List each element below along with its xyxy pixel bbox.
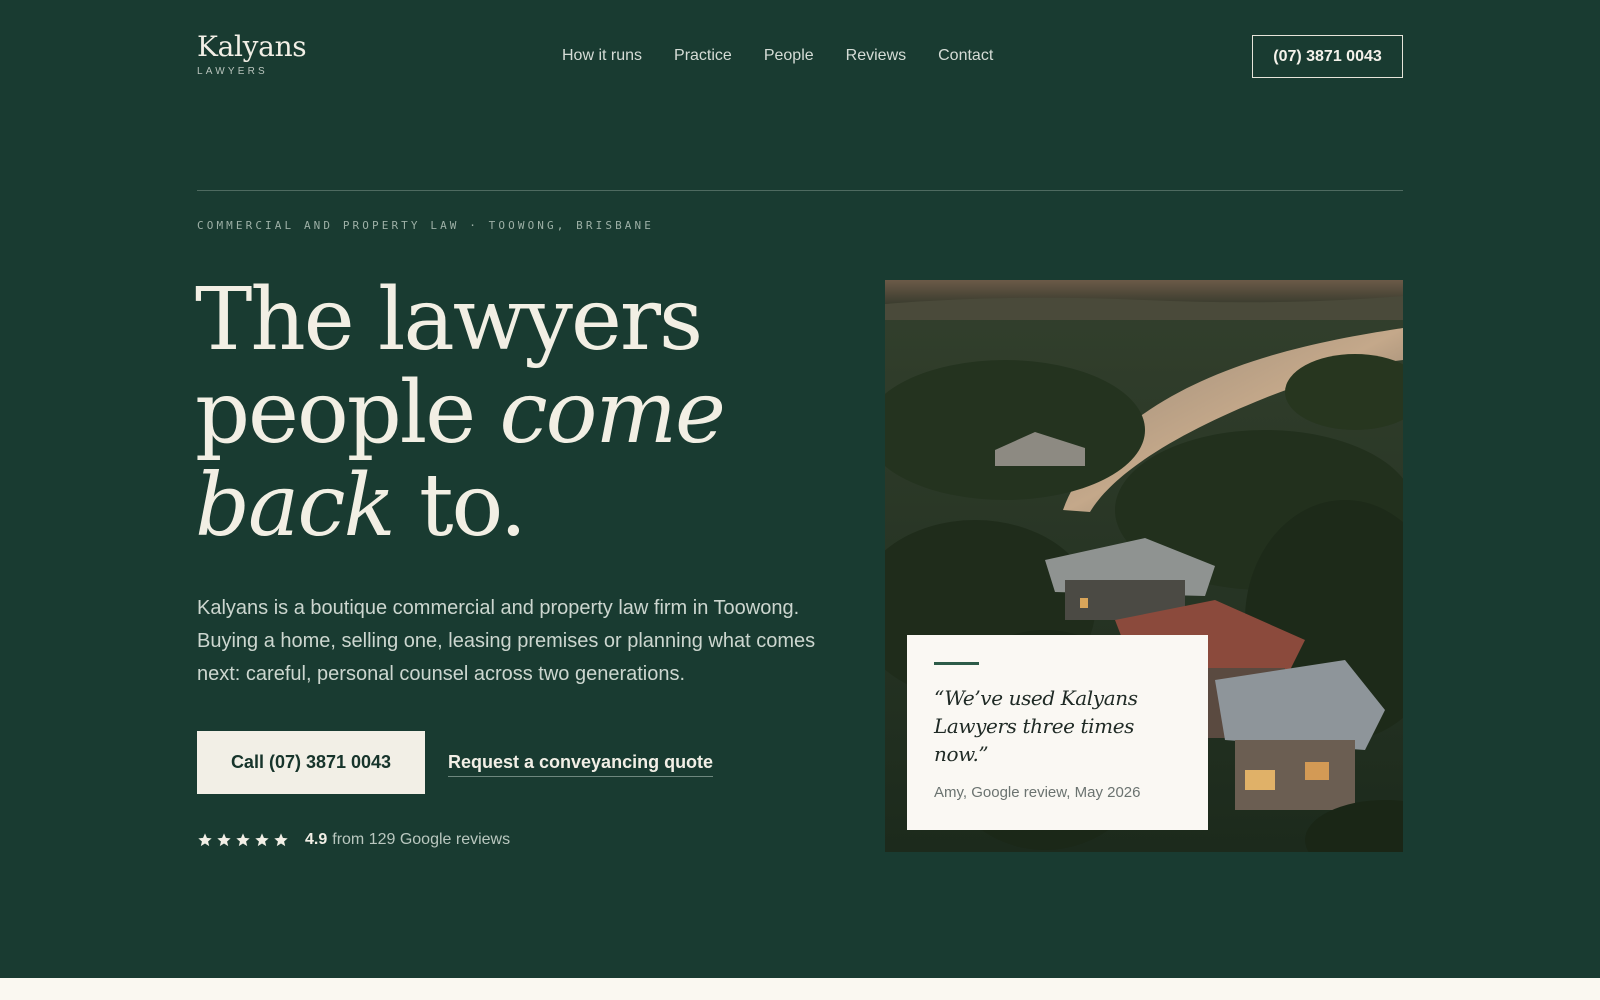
star-icon: [274, 833, 288, 847]
call-button[interactable]: Call (07) 3871 0043: [197, 731, 425, 794]
headline-line-3: to.: [393, 456, 527, 556]
google-rating: 4.9 from 129 Google reviews: [197, 831, 510, 849]
star-icon: [198, 833, 212, 847]
testimonial-cite: Amy, Google review, May 2026: [934, 784, 1141, 801]
rating-text: from 129 Google reviews: [332, 831, 511, 848]
rating-score: 4.9: [305, 831, 328, 848]
conveyancing-quote-link[interactable]: Request a conveyancing quote: [448, 751, 714, 777]
nav-link-reviews[interactable]: Reviews: [846, 46, 906, 66]
star-icon: [255, 833, 269, 847]
nav-link-people[interactable]: People: [764, 46, 814, 66]
logo[interactable]: Kalyans LAWYERS: [197, 30, 307, 77]
divider: [197, 190, 1403, 191]
logo-name: Kalyans: [197, 30, 307, 63]
nav-link-contact[interactable]: Contact: [938, 46, 993, 66]
testimonial-quote: “We’ve used Kalyans Lawyers three times …: [934, 686, 1138, 766]
nav-link-practice[interactable]: Practice: [674, 46, 732, 66]
next-section-edge: [0, 978, 1600, 1000]
header-phone-button[interactable]: (07) 3871 0043: [1252, 35, 1403, 78]
testimonial-card: “We’ve used Kalyans Lawyers three times …: [907, 635, 1208, 830]
main-nav: How it runs Practice People Reviews Cont…: [562, 46, 993, 66]
star-icon: [217, 833, 231, 847]
star-rating: [197, 832, 289, 848]
headline-line-2: people: [195, 363, 500, 463]
hero-eyebrow: COMMERCIAL AND PROPERTY LAW · TOOWONG, B…: [197, 219, 654, 232]
testimonial-accent-bar: [934, 662, 979, 665]
headline-line-1: The lawyers: [195, 270, 703, 370]
nav-link-how-it-runs[interactable]: How it runs: [562, 46, 642, 66]
hero-lede: Kalyans is a boutique commercial and pro…: [197, 597, 816, 685]
site-header: Kalyans LAWYERS How it runs Practice Peo…: [0, 0, 1600, 110]
logo-tagline: LAWYERS: [197, 66, 268, 77]
hero-headline: The lawyers people come back to.: [195, 274, 845, 553]
star-icon: [236, 833, 250, 847]
